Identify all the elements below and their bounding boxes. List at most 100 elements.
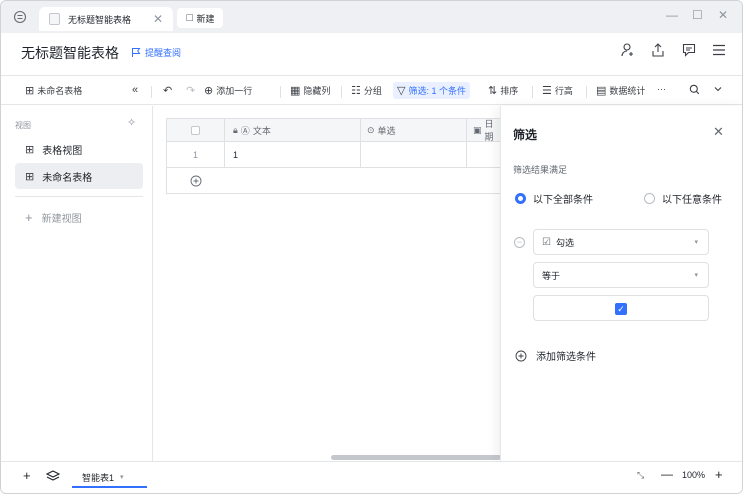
toolbar: ⊞ 未命名表格 « ↶ ↷ ⊕ 添加一行 ▦ 隐藏列 ☷ 分组 ▽ 筛选: 1 … xyxy=(1,75,742,105)
pin-icon[interactable]: ✧ xyxy=(127,116,136,129)
stats-icon: ▤ xyxy=(596,85,607,97)
redo-icon[interactable]: ↷ xyxy=(186,84,195,97)
sidebar-item-label: 未命名表格 xyxy=(42,172,93,184)
add-row-button[interactable]: ⊕ 添加一行 xyxy=(204,84,252,97)
select-all-checkbox[interactable] xyxy=(191,125,200,135)
cell-single-select[interactable] xyxy=(361,142,467,167)
filter-label: 筛选: 1 个条件 xyxy=(408,86,466,96)
chevron-down-icon: ▾ xyxy=(694,239,698,246)
group-button[interactable]: ☷ 分组 xyxy=(351,84,382,97)
sort-label: 排序 xyxy=(500,86,519,96)
more-button[interactable]: ··· xyxy=(657,84,666,94)
zoom-in-icon[interactable]: + xyxy=(715,467,723,482)
cell-text[interactable]: 1 xyxy=(225,142,361,167)
group-label: 分组 xyxy=(363,86,382,96)
add-collaborator-icon[interactable] xyxy=(619,42,637,60)
toolbar-divider xyxy=(586,86,587,98)
sheet-tab[interactable]: 智能表1 ▾ xyxy=(72,468,147,488)
horizontal-scrollbar[interactable] xyxy=(331,455,501,460)
fit-screen-icon[interactable]: ⤡ xyxy=(637,470,644,481)
close-window-icon[interactable]: ✕ xyxy=(718,8,728,22)
select-all-checkbox-cell xyxy=(167,119,225,141)
checkbox-field-icon: ☑ xyxy=(542,236,551,248)
remind-button[interactable]: 提醒查阅 xyxy=(131,46,181,59)
filter-field-value: 勾选 xyxy=(555,237,574,248)
table-icon: ⊞ xyxy=(25,143,35,156)
remove-condition-icon[interactable]: − xyxy=(514,237,525,248)
column-header-single-select[interactable]: ⊙ 单选 xyxy=(361,119,467,141)
add-condition-label: 添加筛选条件 xyxy=(536,352,596,363)
sort-icon: ⇅ xyxy=(488,85,498,97)
radio-label: 以下全部条件 xyxy=(533,195,593,206)
chevron-down-icon: ▾ xyxy=(694,272,698,279)
minimize-icon[interactable]: — xyxy=(666,8,678,22)
layers-icon[interactable] xyxy=(45,470,61,485)
tab-document-title: 无标题智能表格 xyxy=(68,14,132,25)
table-selector[interactable]: ⊞ 未命名表格 xyxy=(25,84,82,97)
column-label: 日期 xyxy=(484,119,494,141)
stats-button[interactable]: ▤ 数据统计 xyxy=(596,84,645,97)
zoom-out-icon[interactable]: — xyxy=(661,467,673,481)
tab-document[interactable]: 无标题智能表格 ✕ xyxy=(39,7,173,31)
table-row[interactable]: 1 1 xyxy=(167,142,501,168)
view-sidebar: 视图 ✧ ⊞ 表格视图 ⊞ 未命名表格 + 新建视图 xyxy=(1,106,153,461)
sidebar-item-table-view[interactable]: ⊞ 表格视图 xyxy=(15,136,143,162)
add-sheet-icon[interactable]: + xyxy=(23,468,31,483)
close-icon[interactable]: ✕ xyxy=(713,124,724,140)
column-header-text[interactable]: 🔒︎ Ⓐ 文本 xyxy=(225,119,361,141)
sidebar-item-unnamed-table[interactable]: ⊞ 未命名表格 xyxy=(15,163,143,189)
maximize-icon[interactable]: ☐ xyxy=(692,8,703,22)
page-title[interactable]: 无标题智能表格 xyxy=(21,43,119,63)
app-menu-icon[interactable] xyxy=(13,10,29,24)
select-field-icon: ⊙ xyxy=(367,124,375,135)
group-icon: ☷ xyxy=(351,85,361,97)
new-view-button[interactable]: + 新建视图 xyxy=(25,210,82,225)
table-icon: ⊞ xyxy=(25,170,35,183)
close-tab-icon[interactable]: ✕ xyxy=(153,12,163,26)
toolbar-divider xyxy=(280,86,281,98)
flag-icon xyxy=(132,48,141,57)
filter-icon: ▽ xyxy=(397,85,406,97)
row-height-button[interactable]: ☰ 行高 xyxy=(542,84,573,97)
plus-icon: + xyxy=(25,210,33,225)
table-icon: ⊞ xyxy=(25,85,35,97)
filter-panel-title: 筛选 xyxy=(513,128,538,142)
add-row-inline xyxy=(167,168,361,194)
filter-value-checkbox[interactable]: ✓ xyxy=(615,303,627,315)
radio-all-conditions[interactable]: 以下全部条件 xyxy=(515,191,593,206)
radio-unselected-icon xyxy=(644,193,655,204)
hide-columns-label: 隐藏列 xyxy=(303,86,331,96)
chevron-down-icon[interactable] xyxy=(713,84,723,94)
toolbar-divider xyxy=(151,86,152,98)
cell-date[interactable] xyxy=(467,142,501,167)
table-name: 未命名表格 xyxy=(37,86,83,96)
undo-icon[interactable]: ↶ xyxy=(163,84,172,97)
row-height-icon: ☰ xyxy=(542,85,552,97)
search-icon[interactable] xyxy=(689,84,700,95)
remind-label: 提醒查阅 xyxy=(145,48,182,58)
add-filter-condition-button[interactable]: 添加筛选条件 xyxy=(515,348,596,363)
hide-columns-button[interactable]: ▦ 隐藏列 xyxy=(290,84,330,97)
row-height-label: 行高 xyxy=(554,86,573,96)
views-section-label: 视图 xyxy=(15,121,31,130)
document-header: 无标题智能表格 提醒查阅 xyxy=(1,33,742,71)
filter-hint: 筛选结果满足 xyxy=(513,165,568,175)
toolbar-divider xyxy=(532,86,533,98)
filter-button[interactable]: ▽ 筛选: 1 个条件 xyxy=(393,82,470,99)
add-row-plus-icon[interactable] xyxy=(167,168,225,194)
share-icon[interactable] xyxy=(649,42,667,60)
columns-icon: ▦ xyxy=(290,85,301,97)
more-label: ··· xyxy=(657,84,666,94)
comment-icon[interactable] xyxy=(680,42,698,60)
chevron-down-icon[interactable]: ▾ xyxy=(120,473,124,481)
radio-any-condition[interactable]: 以下任意条件 xyxy=(644,191,722,206)
column-header-date[interactable]: ▣ 日期 xyxy=(467,119,501,141)
add-row-label: 添加一行 xyxy=(216,86,253,96)
new-doc-icon: ☐ xyxy=(185,12,194,23)
sort-button[interactable]: ⇅ 排序 xyxy=(488,84,518,97)
new-tab-button[interactable]: ☐ 新建 xyxy=(177,8,223,28)
menu-icon[interactable] xyxy=(710,42,728,60)
filter-operator-select[interactable]: 等于 ▾ xyxy=(533,262,709,288)
collapse-sidebar-icon[interactable]: « xyxy=(132,84,138,96)
filter-field-select[interactable]: ☑ 勾选 ▾ xyxy=(533,229,709,255)
